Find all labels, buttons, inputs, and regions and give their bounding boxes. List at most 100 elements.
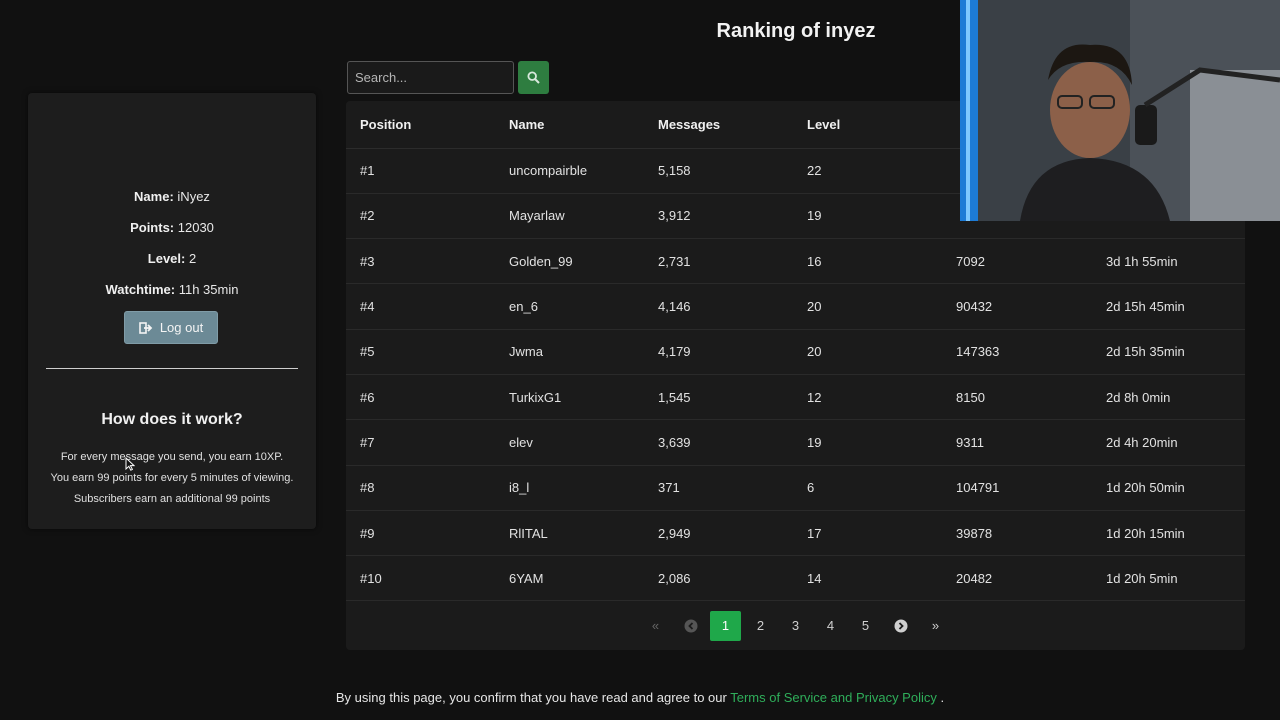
cell-level: 6 [793,465,942,511]
cell-points: 104791 [942,465,1092,511]
cell-position: #6 [346,374,495,421]
sign-out-icon [139,321,153,334]
cell-watchtime: 2d 15h 45min [1092,283,1245,330]
cell-messages: 2,731 [644,238,793,285]
mouse-cursor-icon [125,457,135,471]
profile-watchtime: 11h 35min [178,282,239,297]
table-row: #9 RlITAL 2,949 17 39878 1d 20h 15min [346,510,1245,557]
cell-messages: 2,949 [644,510,793,557]
cell-points: 147363 [942,329,1092,375]
webcam-feed-image [960,0,1280,221]
search-icon [527,71,540,84]
cell-messages: 2,086 [644,555,793,602]
name-label: Name: [134,189,174,204]
cell-name: Golden_99 [495,238,644,285]
cell-watchtime: 1d 20h 5min [1092,555,1245,602]
page-4[interactable]: 4 [815,611,846,641]
webcam-overlay [960,0,1280,221]
column-header-messages[interactable]: Messages [644,101,793,149]
cell-name: Jwma [495,329,644,375]
search-input[interactable] [347,61,514,94]
table-row: #5 Jwma 4,179 20 147363 2d 15h 35min [346,329,1245,375]
cell-messages: 4,146 [644,283,793,330]
cell-messages: 4,179 [644,329,793,375]
footer-suffix: . [940,690,945,705]
cell-level: 17 [793,510,942,557]
cell-position: #9 [346,510,495,557]
profile-level-row: Level: 2 [28,251,316,266]
table-row: #10 6YAM 2,086 14 20482 1d 20h 5min [346,555,1245,602]
cell-level: 14 [793,555,942,602]
cell-watchtime: 3d 1h 55min [1092,238,1245,285]
cell-watchtime: 1d 20h 50min [1092,465,1245,511]
cell-points: 90432 [942,283,1092,330]
cell-level: 19 [793,193,942,240]
cell-name: i8_l [495,465,644,511]
cell-level: 19 [793,419,942,466]
table-row: #3 Golden_99 2,731 16 7092 3d 1h 55min [346,238,1245,285]
page-1[interactable]: 1 [710,610,741,641]
profile-points-row: Points: 12030 [28,220,316,235]
cell-level: 20 [793,329,942,375]
cell-points: 20482 [942,555,1092,602]
cell-position: #3 [346,238,495,285]
table-row: #7 elev 3,639 19 9311 2d 4h 20min [346,419,1245,466]
profile-watchtime-row: Watchtime: 11h 35min [28,282,316,297]
pagination: « 1 2 3 4 5 » [346,610,1245,641]
logout-button[interactable]: Log out [124,311,218,344]
cell-name: Mayarlaw [495,193,644,240]
next-page-icon[interactable] [885,611,916,641]
cell-name: elev [495,419,644,466]
search-button[interactable] [518,61,549,94]
how-line: Subscribers earn an additional 99 points [73,493,271,505]
watchtime-label: Watchtime: [105,282,176,297]
cell-messages: 3,912 [644,193,793,240]
cell-points: 8150 [942,374,1092,421]
table-row: #8 i8_l 371 6 104791 1d 20h 50min [346,465,1245,511]
cell-name: 6YAM [495,555,644,602]
how-line: For every message you send, you earn 10X… [60,451,284,463]
cell-name: en_6 [495,283,644,330]
first-page-icon[interactable]: « [640,611,671,641]
cell-name: RlITAL [495,510,644,557]
last-page-icon[interactable]: » [920,611,951,641]
cell-points: 7092 [942,238,1092,285]
how-it-works-title: How does it work? [101,411,243,428]
cell-position: #7 [346,419,495,466]
cell-position: #10 [346,555,495,602]
cell-messages: 1,545 [644,374,793,421]
column-header-position[interactable]: Position [346,101,495,149]
column-header-name[interactable]: Name [495,101,644,149]
terms-link[interactable]: Terms of Service and Privacy Policy [730,690,937,705]
cell-watchtime: 2d 15h 35min [1092,329,1245,375]
cell-level: 12 [793,374,942,421]
cell-position: #8 [346,465,495,511]
footer-text: By using this page, you confirm that you… [335,690,727,705]
previous-page-icon[interactable] [675,611,706,641]
footer: By using this page, you confirm that you… [0,690,1280,705]
profile-points: 12030 [177,220,214,235]
page-3[interactable]: 3 [780,611,811,641]
cell-points: 39878 [942,510,1092,557]
cell-name: TurkixG1 [495,374,644,421]
cell-messages: 3,639 [644,419,793,466]
cell-position: #4 [346,283,495,330]
cell-level: 22 [793,148,942,194]
cell-position: #1 [346,148,495,194]
profile-level: 2 [188,251,197,266]
cell-messages: 371 [644,465,793,511]
profile-name-row: Name: iNyez [28,189,316,204]
cell-position: #2 [346,193,495,240]
cell-position: #5 [346,329,495,375]
level-label: Level: [147,251,186,266]
cell-level: 16 [793,238,942,285]
cell-watchtime: 1d 20h 15min [1092,510,1245,557]
divider [46,368,298,369]
cell-name: uncompairble [495,148,644,194]
cell-level: 20 [793,283,942,330]
column-header-level[interactable]: Level [793,101,942,149]
page-2[interactable]: 2 [745,611,776,641]
points-label: Points: [130,220,175,235]
page-5[interactable]: 5 [850,611,881,641]
cell-messages: 5,158 [644,148,793,194]
